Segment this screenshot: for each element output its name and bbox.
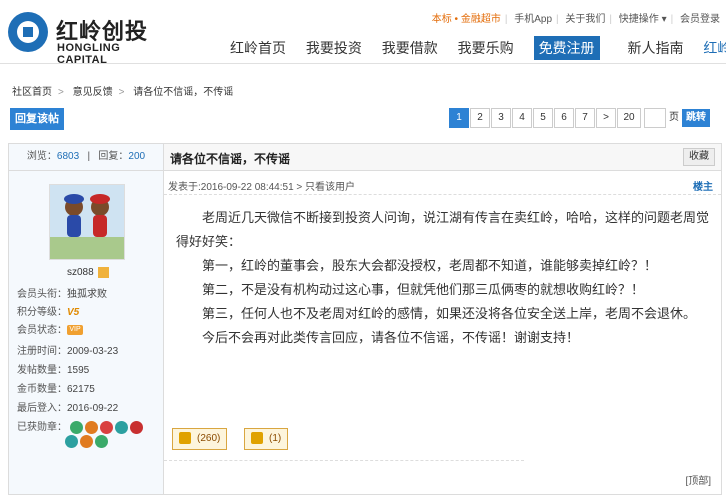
author-post-count: 发帖数量：1595 (17, 365, 90, 376)
page-jump-button[interactable]: 跳转 (682, 109, 710, 127)
thumbs-up-icon (179, 432, 191, 445)
post-paragraph: 老周近几天微信不断接到投资人问询，说江湖有传言在卖红岭，哈哈，这样的问题老周觉得… (176, 210, 710, 249)
topbar-login[interactable]: 会员登录 (680, 14, 720, 25)
author-badge-icon (97, 267, 109, 278)
back-to-top-link[interactable]: [顶部] (685, 472, 711, 487)
post-meta[interactable]: 发表于:2016-09-22 08:44:51 > 只看该用户 (168, 178, 355, 193)
breadcrumb-home[interactable]: 社区首页 (12, 87, 52, 98)
thumbs-down-icon (251, 432, 263, 445)
upvote-count: (260) (197, 433, 221, 444)
nav-shop[interactable]: 我要乐购 (458, 38, 514, 58)
page-7[interactable]: 7 (575, 108, 595, 128)
thread-stats: 浏览：6803 | 回复：200 (9, 144, 163, 171)
author-level: 积分等级：V5 (17, 307, 80, 318)
medal-icon[interactable] (99, 420, 113, 434)
breadcrumb: 社区首页 > 意见反馈 > 请各位不信谣，不传谣 (12, 87, 234, 98)
author-title: 会员头衔：独孤求败 (17, 289, 107, 300)
medal-icon[interactable] (84, 420, 98, 434)
nav-register-button[interactable]: 免费注册 (533, 36, 600, 60)
page-1[interactable]: 1 (449, 108, 469, 128)
downvote-count: (1) (269, 433, 282, 444)
post-paragraph: 第三，任何人也不及老周对红岭的感情，如果还没将各位安全送上岸，老周不会退休。 (202, 306, 697, 321)
author-sidebar: 浏览：6803 | 回复：200 sz088 会员头衔：独孤求败 积分等级：V5… (9, 144, 164, 494)
medal-icon[interactable] (65, 435, 78, 448)
thread-post: 浏览：6803 | 回复：200 sz088 会员头衔：独孤求败 积分等级：V5… (8, 143, 722, 495)
downvote-button[interactable]: (1) (244, 428, 289, 450)
post-title: 请各位不信谣，不传谣 (170, 152, 291, 166)
medal-icon[interactable] (95, 435, 108, 448)
page-2[interactable]: 2 (470, 108, 490, 128)
page-6[interactable]: 6 (554, 108, 574, 128)
nav-home[interactable]: 红岭首页 (230, 38, 286, 58)
post-paragraph: 今后不会再对此类传言回应，请各位不信谣，不传谣！谢谢支持！ (202, 330, 580, 345)
post-bottom-divider (164, 460, 524, 461)
header-divider (0, 63, 726, 64)
views-count: 6803 (56, 151, 80, 162)
medal-icon[interactable] (129, 420, 143, 434)
post-body: 老周近几天微信不断接到投资人问询，说江湖有传言在卖红岭，哈哈，这样的问题老周觉得… (176, 206, 716, 350)
site-header: 红岭创投 HONGLING CAPITAL 本标 • 金融超市 | 手机App | … (0, 0, 726, 66)
author-last-login: 最后登入：2016-09-22 (17, 403, 119, 414)
author-coins: 金币数量：62175 (17, 384, 95, 395)
upvote-button[interactable]: (260) (172, 428, 228, 450)
collect-button[interactable]: 收藏 (683, 148, 715, 166)
replies-label: 回复： (98, 151, 129, 162)
site-logo[interactable]: 红岭创投 HONGLING CAPITAL (8, 8, 168, 66)
logo-icon (8, 12, 48, 52)
author-medals-row2 (65, 435, 110, 448)
medal-icon[interactable] (114, 420, 128, 434)
page-3[interactable]: 3 (491, 108, 511, 128)
post-paragraph: 第一，红岭的董事会，股东大会都没授权，老周都不知道，谁能够卖掉红岭？！ (202, 258, 658, 273)
top-utility-bar: 本标 • 金融超市 | 手机App | 关于我们 | 快捷操作 ▾ | 会员登录 (431, 14, 720, 25)
medal-icon[interactable] (69, 420, 83, 434)
page-next[interactable]: > (596, 108, 616, 128)
topbar-quick-actions[interactable]: 快捷操作 ▾ (619, 14, 667, 25)
page-unit-label: 页 (669, 112, 679, 123)
reply-button[interactable]: 回复该帖 (10, 108, 64, 130)
page-last[interactable]: 20 (617, 108, 641, 128)
page-jump-input[interactable] (644, 108, 666, 128)
breadcrumb-current: 请各位不信谣，不传谣 (133, 87, 234, 98)
post-main: 请各位不信谣，不传谣 收藏 发表于:2016-09-22 08:44:51 > … (164, 144, 721, 494)
vip-badge-icon: VIP (67, 325, 83, 336)
author-name-row: sz088 (67, 267, 109, 278)
topbar-finance-link[interactable]: 本标 • 金融超市 (432, 14, 501, 25)
post-paragraph: 第二，不是没有机构动过这心事，但就凭他们那三瓜俩枣的就想收购红岭？！ (202, 282, 645, 297)
author-status: 会员状态： VIP (17, 321, 83, 336)
topbar-about[interactable]: 关于我们 (565, 14, 605, 25)
author-medals: 已获勋章： (17, 418, 145, 434)
replies-count: 200 (128, 151, 146, 162)
author-name[interactable]: sz088 (67, 267, 94, 278)
nav-borrow[interactable]: 我要借款 (382, 38, 438, 58)
post-floor-label: 楼主 (693, 182, 713, 193)
breadcrumb-feedback[interactable]: 意见反馈 (73, 87, 113, 98)
main-nav: 红岭首页 我要投资 我要借款 我要乐购 免费注册 新人指南 红岭社区 (230, 36, 726, 60)
avatar[interactable] (49, 184, 125, 260)
nav-guide[interactable]: 新人指南 (627, 38, 683, 58)
avatar-image (50, 185, 124, 259)
meta-divider (164, 194, 721, 195)
page-4[interactable]: 4 (512, 108, 532, 128)
views-label: 浏览： (26, 151, 57, 162)
nav-invest[interactable]: 我要投资 (306, 38, 362, 58)
topbar-mobile-app[interactable]: 手机App (514, 14, 552, 25)
pagination: 1 2 3 4 5 6 7 >20 页跳转 (449, 108, 710, 128)
post-title-bar: 请各位不信谣，不传谣 收藏 (164, 144, 721, 171)
page-5[interactable]: 5 (533, 108, 553, 128)
nav-community[interactable]: 红岭社区 (703, 38, 726, 58)
author-register-date: 注册时间：2009-03-23 (17, 346, 119, 357)
medal-icon[interactable] (80, 435, 93, 448)
